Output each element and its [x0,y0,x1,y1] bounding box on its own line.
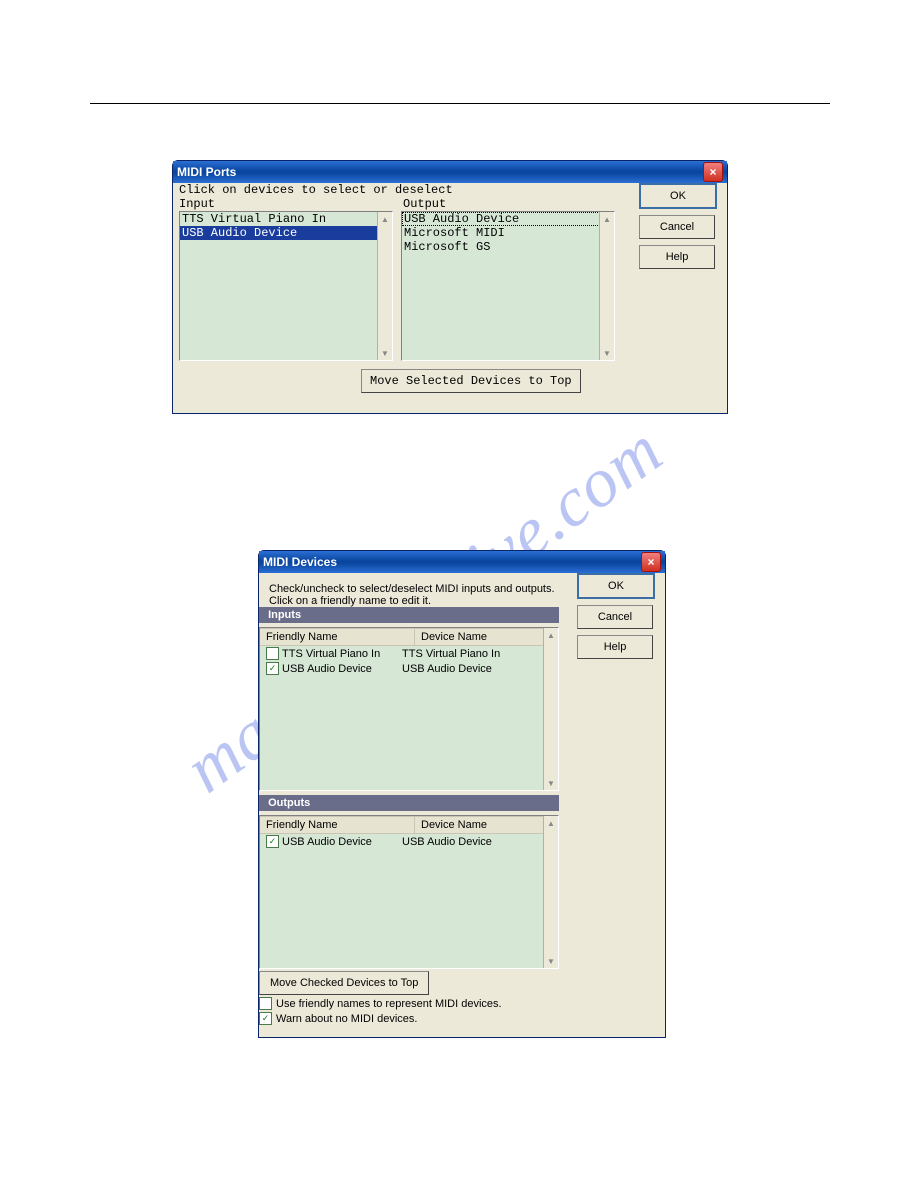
output-item-1[interactable]: USB Audio Device [402,212,614,226]
help-button[interactable]: Help [577,635,653,659]
ok-button[interactable]: OK [639,183,717,209]
input-row-2[interactable]: USB Audio Device USB Audio Device [260,661,544,676]
input-row-1[interactable]: TTS Virtual Piano In TTS Virtual Piano I… [260,646,544,661]
titlebar-midi-ports: MIDI Ports × [173,161,727,183]
outputs-table-header: Friendly Name Device Name [260,816,544,834]
opt-warn-no-midi[interactable]: Warn about no MIDI devices. [259,1012,502,1025]
output-listbox[interactable]: USB Audio Device Microsoft MIDI Microsof… [401,211,615,361]
output-column-label: Output [403,197,446,211]
col-friendly-name: Friendly Name [260,816,415,834]
cancel-button[interactable]: Cancel [639,215,715,239]
close-icon[interactable]: × [703,162,723,182]
inputs-section-header: Inputs [259,607,559,623]
opt-warn-checkbox[interactable] [259,1012,272,1025]
horizontal-rule [90,103,830,104]
midi-devices-dialog: MIDI Devices × Check/uncheck to select/d… [258,550,666,1038]
opt-friendly-checkbox[interactable] [259,997,272,1010]
cancel-button[interactable]: Cancel [577,605,653,629]
midi-ports-dialog: MIDI Ports × Click on devices to select … [172,160,728,414]
inputs-scrollbar[interactable]: ▲▼ [543,628,558,790]
input-row-2-checkbox[interactable] [266,662,279,675]
outputs-section-header: Outputs [259,795,559,811]
output-scrollbar[interactable]: ▲▼ [599,212,614,360]
input-item-1[interactable]: TTS Virtual Piano In [180,212,392,226]
ok-button[interactable]: OK [577,573,655,599]
help-button[interactable]: Help [639,245,715,269]
col-device-name: Device Name [415,816,559,834]
input-column-label: Input [179,197,215,211]
input-item-2[interactable]: USB Audio Device [180,226,392,240]
instruction-text: Click on devices to select or deselect [179,183,453,197]
titlebar-midi-devices: MIDI Devices × [259,551,665,573]
move-selected-button[interactable]: Move Selected Devices to Top [361,369,581,393]
col-device-name: Device Name [415,628,559,646]
outputs-scrollbar[interactable]: ▲▼ [543,816,558,968]
input-listbox[interactable]: TTS Virtual Piano In USB Audio Device ▲▼ [179,211,393,361]
output-row-1-checkbox[interactable] [266,835,279,848]
title-text: MIDI Devices [263,555,337,569]
opt-friendly-names[interactable]: Use friendly names to represent MIDI dev… [259,997,502,1010]
title-text: MIDI Ports [177,165,236,179]
output-row-1[interactable]: USB Audio Device USB Audio Device [260,834,544,849]
input-row-1-checkbox[interactable] [266,647,279,660]
output-item-3[interactable]: Microsoft GS [402,240,614,254]
col-friendly-name: Friendly Name [260,628,415,646]
move-checked-button[interactable]: Move Checked Devices to Top [259,971,429,995]
output-item-2[interactable]: Microsoft MIDI [402,226,614,240]
inputs-table-header: Friendly Name Device Name [260,628,544,646]
close-icon[interactable]: × [641,552,661,572]
input-scrollbar[interactable]: ▲▼ [377,212,392,360]
